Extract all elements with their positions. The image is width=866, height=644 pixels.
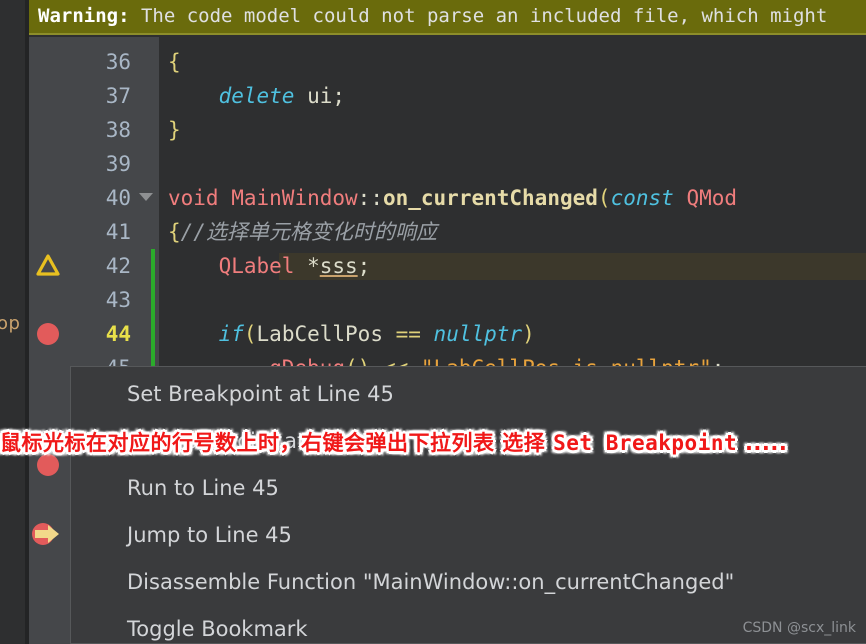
line-number-37[interactable]: 37 (69, 79, 131, 113)
breakpoint-icon-line-44[interactable] (37, 323, 59, 345)
code-token: ( (597, 186, 611, 210)
code-token: ) (522, 322, 535, 346)
code-text-line-41[interactable]: {//选择单元格变化时的响应 (168, 215, 437, 249)
editor-line-42: 42 QLabel *sss; (29, 249, 866, 283)
code-text-line-38[interactable]: } (168, 113, 181, 147)
warning-banner: Warning: The code model could not parse … (29, 0, 866, 35)
editor-line-41: 41 {//选择单元格变化时的响应 (29, 215, 866, 249)
line-number-44[interactable]: 44 (69, 317, 131, 351)
editor-line-37: 37 delete ui; (29, 79, 866, 113)
annotation-text-cn-1: 鼠标光标在对应的行号数上时，右键会弹出下拉列表 选择 (0, 431, 554, 455)
editor-line-36: 36 { (29, 45, 866, 79)
code-token: LabCellPos (256, 322, 383, 346)
editor-line-43: 43 (29, 283, 866, 317)
code-token: if (218, 322, 244, 346)
code-token: delete (218, 84, 295, 108)
menu-set-breakpoint[interactable]: Set Breakpoint at Line 45 (71, 371, 866, 418)
breakpoint-icon-lower[interactable] (37, 454, 59, 476)
annotation-text-cn-2: ..... (737, 431, 788, 455)
menu-run-to-line[interactable]: Run to Line 45 (71, 465, 866, 512)
current-instruction-arrow-icon[interactable] (31, 522, 61, 546)
fold-chevron-down-icon-line-40[interactable] (139, 193, 153, 201)
code-text-line-36[interactable]: { (168, 45, 181, 79)
line-number-36[interactable]: 36 (69, 45, 131, 79)
warning-banner-text: Warning: The code model could not parse … (38, 4, 827, 29)
code-text-line-37[interactable]: delete ui; (168, 79, 345, 113)
qt-creator-editor-window: op Warning: The code model could not par… (0, 0, 866, 644)
menu-jump-to-line[interactable]: Jump to Line 45 (71, 512, 866, 559)
code-text-line-42[interactable]: QLabel *sss; (168, 249, 371, 283)
code-token: * (294, 254, 320, 278)
code-token: MainWindow (231, 186, 358, 210)
code-token: QLabel (218, 254, 295, 278)
editor-line-40: 40 void MainWindow::on_currentChanged(con… (29, 181, 866, 215)
watermark: CSDN @scx_link (742, 620, 856, 636)
line-number-42[interactable]: 42 (69, 249, 131, 283)
line-number-40[interactable]: 40 (69, 181, 131, 215)
editor-line-44: 44 if(LabCellPos == nullptr) (29, 317, 866, 351)
annotation-overlay: 鼠标光标在对应的行号数上时，右键会弹出下拉列表 选择 Set Breakpoin… (0, 427, 866, 457)
code-token: { (168, 220, 181, 244)
code-text-line-44[interactable]: if(LabCellPos == nullptr) (168, 317, 535, 351)
warning-banner-message: The code model could not parse an includ… (140, 5, 828, 27)
code-token: const (610, 186, 674, 210)
code-text-line-40[interactable]: void MainWindow::on_currentChanged(const… (168, 181, 737, 215)
code-token: ui; (294, 84, 346, 108)
editor-line-39: 39 (29, 147, 866, 181)
code-token: on_currentChanged (382, 186, 598, 210)
warning-triangle-icon-line-42[interactable] (36, 254, 60, 276)
warning-banner-label: Warning: (38, 5, 130, 27)
code-token: == (382, 322, 434, 346)
code-token: QMod (686, 186, 738, 210)
code-token: } (168, 118, 181, 142)
code-token: //选择单元格变化时的响应 (180, 220, 437, 244)
truncated-panel-label: op (0, 313, 21, 334)
code-token: sss (319, 254, 358, 278)
code-token: ; (357, 254, 371, 278)
code-token: { (168, 50, 181, 74)
warning-banner-message-spacer (130, 5, 141, 27)
annotation-text-en: Set Breakpoint (553, 431, 738, 455)
line-number-39[interactable]: 39 (69, 147, 131, 181)
gutter-context-menu[interactable]: Set Breakpoint at Line 45 Set Tracepoint … (70, 366, 866, 644)
code-token: nullptr (433, 322, 523, 346)
code-token: ( (243, 322, 257, 346)
line-number-41[interactable]: 41 (69, 215, 131, 249)
line-number-38[interactable]: 38 (69, 113, 131, 147)
code-token: :: (357, 186, 383, 210)
menu-disassemble-function[interactable]: Disassemble Function "MainWindow::on_cur… (71, 559, 866, 606)
editor-line-38: 38} (29, 113, 866, 147)
code-token: void (168, 186, 219, 210)
line-number-43[interactable]: 43 (69, 283, 131, 317)
